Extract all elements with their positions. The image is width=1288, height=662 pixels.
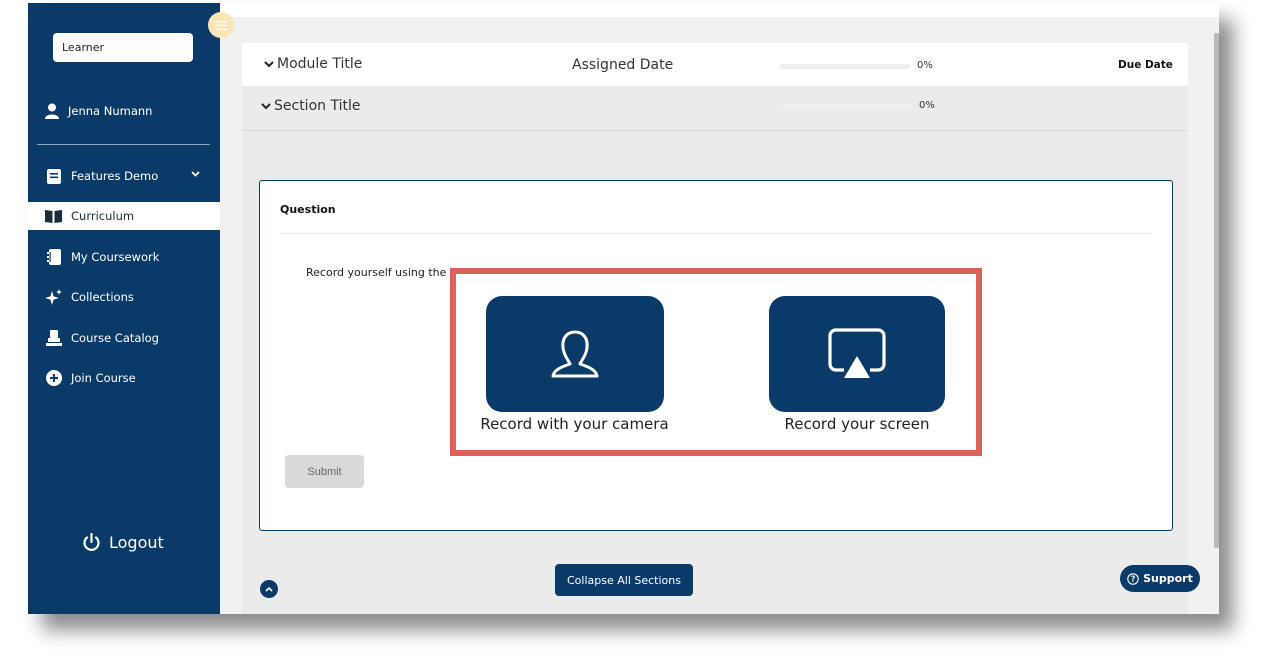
sidebar-divider [37,144,210,145]
question-divider [280,233,1152,234]
module-title: Module Title [277,56,363,72]
chevron-down-icon [261,102,271,109]
sidebar-item-join-course[interactable]: Join Course [28,364,220,392]
sidebar-item-curriculum[interactable]: Curriculum [28,202,220,230]
sidebar-item-course-catalog[interactable]: Course Catalog [28,324,220,352]
section-title-toggle[interactable]: Section Title [261,98,360,114]
module-progress-bar [779,64,911,69]
power-icon [83,533,100,551]
due-date-label: Due Date [1118,59,1173,71]
notebook-icon [45,168,62,185]
assigned-date-label: Assigned Date [572,57,674,73]
submit-button[interactable]: Submit [285,455,364,488]
chevron-up-icon [265,586,273,592]
record-screen-option[interactable]: Record your screen [769,296,945,433]
menu-toggle-button[interactable] [208,12,234,38]
sparkle-icon [45,289,62,306]
module-header[interactable]: Module Title Assigned Date 0% Due Date [242,43,1188,86]
sidebar-item-label: My Coursework [71,250,160,264]
logout-button[interactable]: Logout [82,533,164,552]
sidebar-item-my-coursework[interactable]: My Coursework [28,243,220,271]
record-screen-label: Record your screen [784,415,930,433]
scrollbar[interactable] [1214,33,1219,548]
sidebar-item-features-demo[interactable]: Features Demo [28,162,220,190]
question-label: Question [280,203,336,216]
section-header[interactable]: Section Title 0% [242,86,1188,131]
chevron-down-icon [264,60,274,67]
plus-circle-icon [45,370,62,387]
sidebar-item-label: Collections [71,290,134,304]
support-button[interactable]: ? Support [1120,565,1200,592]
hamburger-icon [215,20,227,30]
sidebar-item-collections[interactable]: Collections [28,283,220,311]
sidebar-item-label: Features Demo [71,169,159,183]
help-icon: ? [1127,572,1139,585]
support-label: Support [1143,572,1193,585]
section-progress-bar [780,104,912,109]
chevron-down-icon [191,171,200,177]
screen-share-icon [828,328,886,378]
collapse-all-sections-button[interactable]: Collapse All Sections [555,564,693,596]
catalog-icon [45,330,62,347]
record-screen-tile[interactable] [769,296,945,412]
book-icon [45,208,62,225]
user-icon [45,103,59,119]
user-name: Jenna Numann [68,104,153,118]
role-selector[interactable]: Learner [53,33,193,62]
module-progress-percent: 0% [917,60,933,71]
sidebar-item-label: Curriculum [71,209,135,223]
module-title-toggle[interactable]: Module Title [264,56,362,72]
record-camera-tile[interactable] [485,296,664,412]
section-title: Section Title [274,98,361,114]
scroll-to-top-button[interactable] [260,580,278,598]
question-prompt: Record yourself using the f [306,266,454,279]
top-strip [220,3,1219,17]
section-progress-percent: 0% [919,100,935,111]
record-camera-option[interactable]: Record with your camera [476,296,673,433]
record-camera-label: Record with your camera [480,415,669,433]
coursework-icon [45,249,62,266]
sidebar-item-label: Join Course [71,371,136,385]
logout-label: Logout [109,533,164,552]
sidebar-item-label: Course Catalog [71,331,159,345]
user-profile[interactable]: Jenna Numann [45,101,152,121]
sidebar: Learner Jenna Numann Features Demo Curri… [28,3,220,614]
svg-text:?: ? [1131,574,1135,583]
person-icon [551,330,598,378]
